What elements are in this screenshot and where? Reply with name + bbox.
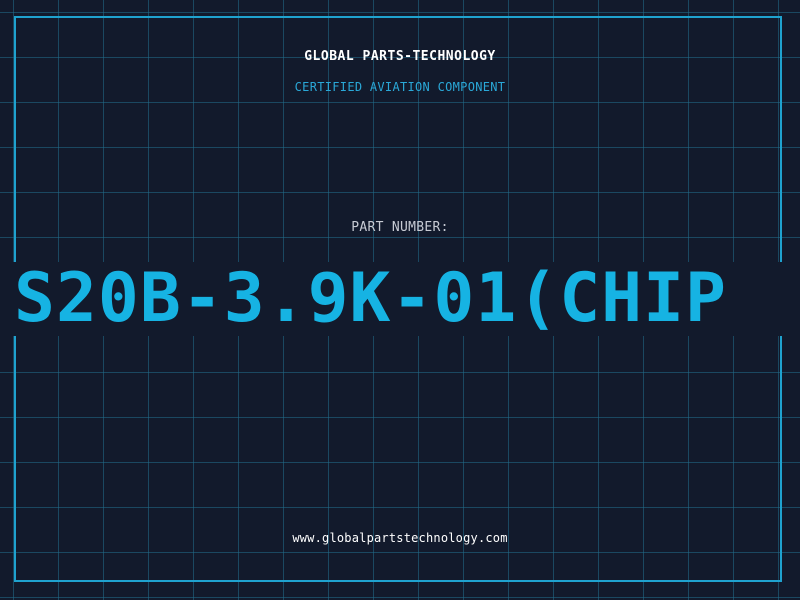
part-number-value: S20B-3.9K-01(CHIP bbox=[14, 262, 727, 336]
certification-line: CERTIFIED AVIATION COMPONENT bbox=[294, 80, 506, 94]
part-number-label: PART NUMBER: bbox=[351, 220, 449, 235]
company-name: GLOBAL PARTS-TECHNOLOGY bbox=[304, 49, 496, 64]
part-label-canvas: GLOBAL PARTS-TECHNOLOGY CERTIFIED AVIATI… bbox=[0, 0, 800, 600]
website-url: www.globalpartstechnology.com bbox=[292, 531, 508, 545]
part-number-band: S20B-3.9K-01(CHIP bbox=[0, 262, 800, 336]
